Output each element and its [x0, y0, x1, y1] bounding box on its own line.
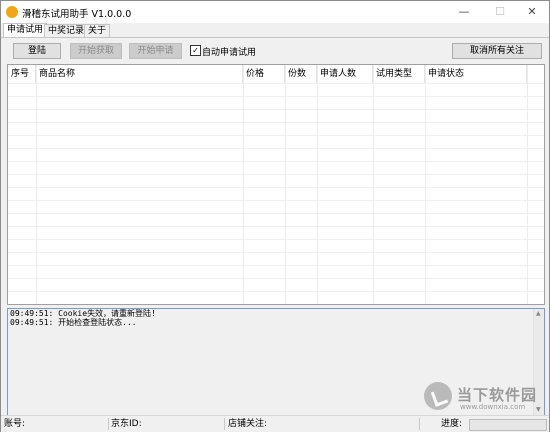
column-header-applicants[interactable]: 申请人数 [317, 65, 373, 83]
table-row-line [8, 226, 544, 227]
jd-id-label: 京东ID: [111, 419, 142, 429]
minimize-button[interactable]: — [447, 1, 481, 23]
login-button[interactable]: 登陆 [13, 43, 61, 59]
tab-panel-border [1, 37, 549, 38]
table-row-line [8, 278, 544, 279]
table-row-line [8, 239, 544, 240]
table-row-line [8, 135, 544, 136]
progress-label: 进度: [441, 419, 463, 429]
column-header-trial-type[interactable]: 试用类型 [373, 65, 425, 83]
table-row-line [8, 291, 544, 292]
watermark-name: 当下软件园 [457, 386, 538, 404]
maximize-button[interactable]: ☐ [483, 1, 517, 23]
status-bar: 账号: 京东ID: 店铺关注: 进度: [1, 415, 549, 432]
table-row-line [8, 252, 544, 253]
table-row-line [8, 213, 544, 214]
progress-bar [469, 419, 547, 431]
account-label: 账号: [4, 419, 26, 429]
column-divider [317, 65, 318, 304]
start-apply-button[interactable]: 开始申请 [129, 43, 182, 59]
cancel-all-follow-button[interactable]: 取消所有关注 [452, 43, 542, 59]
tab-strip: 申请试用 中奖记录 关于 [1, 23, 549, 38]
shop-follow-label: 店铺关注: [228, 419, 268, 429]
table-row-line [8, 200, 544, 201]
table-row-line [8, 96, 544, 97]
scroll-up-arrow-icon[interactable]: ▲ [536, 310, 541, 317]
watermark-logo-icon [424, 382, 452, 410]
title-bar[interactable]: 滑稽东试用助手 V1.0.0.0 — ☐ ✕ [1, 1, 549, 23]
window-title: 滑稽东试用助手 V1.0.0.0 [22, 9, 132, 20]
table-row-line [8, 161, 544, 162]
log-line: 09:49:51: 开始检查登陆状态... [10, 318, 137, 327]
table-row-line [8, 148, 544, 149]
column-divider [527, 65, 528, 304]
column-header-apply-status[interactable]: 申请状态 [425, 65, 527, 83]
column-divider [373, 65, 374, 304]
auto-apply-checkbox[interactable]: ✓ [190, 45, 201, 56]
watermark-url: www.downxia.com [460, 403, 526, 411]
table-row-line [8, 187, 544, 188]
log-line: 09:49:51: Cookie失效，请重新登陆! [10, 309, 156, 318]
table-row-line [8, 109, 544, 110]
column-header-quantity[interactable]: 份数 [285, 65, 317, 83]
product-table[interactable]: 序号 商品名称 价格 份数 申请人数 试用类型 申请状态 [7, 64, 545, 305]
status-separator [108, 418, 109, 430]
scroll-down-arrow-icon[interactable]: ▼ [536, 406, 541, 413]
column-divider [285, 65, 286, 304]
table-row-line [8, 122, 544, 123]
column-divider [425, 65, 426, 304]
start-fetch-button[interactable]: 开始获取 [70, 43, 122, 59]
column-header-product-name[interactable]: 商品名称 [36, 65, 243, 83]
table-row-line [8, 265, 544, 266]
close-button[interactable]: ✕ [515, 1, 549, 23]
tab-about[interactable]: 关于 [84, 24, 111, 37]
column-divider [243, 65, 244, 304]
tab-win-records[interactable]: 中奖记录 [44, 24, 89, 37]
column-divider [36, 65, 37, 304]
app-window: 滑稽东试用助手 V1.0.0.0 — ☐ ✕ 申请试用 中奖记录 关于 登陆 开… [0, 0, 550, 432]
status-separator [224, 418, 225, 430]
auto-apply-label[interactable]: 自动申请试用 [202, 45, 256, 58]
table-row-line [8, 174, 544, 175]
column-header-index[interactable]: 序号 [8, 65, 36, 83]
column-header-price[interactable]: 价格 [243, 65, 285, 83]
status-separator [419, 418, 420, 430]
table-header: 序号 商品名称 价格 份数 申请人数 试用类型 申请状态 [8, 65, 544, 83]
app-icon [6, 6, 18, 18]
table-row-line [8, 83, 544, 84]
tab-apply-trial[interactable]: 申请试用 [3, 23, 48, 38]
